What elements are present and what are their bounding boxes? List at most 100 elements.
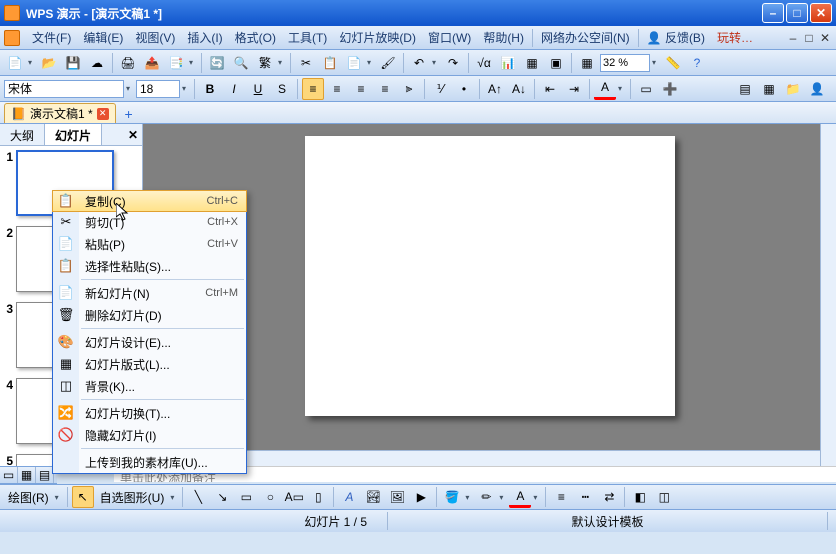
equation-button[interactable]: √α	[473, 52, 495, 74]
lineweight-button[interactable]: ≡	[550, 486, 572, 508]
align-right-button[interactable]: ≡	[350, 78, 372, 100]
ctx-copy[interactable]: 📋 复制(C) Ctrl+C	[52, 190, 247, 212]
maximize-button[interactable]: □	[786, 3, 808, 23]
export-button[interactable]: 📤	[141, 52, 163, 74]
ctx-hide[interactable]: 🚫 隐藏幻灯片(I)	[53, 424, 246, 446]
line-button[interactable]: ╲	[187, 486, 209, 508]
help-button[interactable]: ?	[686, 52, 708, 74]
textbox-button[interactable]: A▭	[283, 486, 305, 508]
savecloud-button[interactable]: ☁	[86, 52, 108, 74]
oval-button[interactable]: ○	[259, 486, 281, 508]
fillcolor-button[interactable]: 🪣	[441, 486, 463, 508]
clipart-button[interactable]: 🖼	[386, 486, 408, 508]
ctx-design[interactable]: 🎨 幻灯片设计(E)...	[53, 331, 246, 353]
design-button[interactable]: ▭	[635, 78, 657, 100]
lang-button[interactable]: 繁	[254, 52, 276, 74]
save-button[interactable]: 💾	[62, 52, 84, 74]
textcolor-button[interactable]: A	[509, 486, 531, 508]
media-button[interactable]: ▶	[410, 486, 432, 508]
doc-tab-close-button[interactable]: ✕	[97, 108, 109, 120]
vtextbox-button[interactable]: ▯	[307, 486, 329, 508]
mdi-minimize-button[interactable]: –	[786, 32, 800, 44]
tab-slides[interactable]: 幻灯片	[45, 124, 102, 145]
ctx-cut[interactable]: ✂ 剪切(T) Ctrl+X	[53, 211, 246, 233]
align-justify-button[interactable]: ≡	[374, 78, 396, 100]
open-button[interactable]: 📂	[38, 52, 60, 74]
numbered-list-button[interactable]: ⅟	[429, 78, 451, 100]
outdent-button[interactable]: ⇤	[539, 78, 561, 100]
menu-format[interactable]: 格式(O)	[229, 27, 282, 48]
arrowstyle-button[interactable]: ⇄	[598, 486, 620, 508]
menu-edit[interactable]: 编辑(E)	[77, 27, 129, 48]
pointer-button[interactable]: ↖	[72, 486, 94, 508]
menu-netspace[interactable]: 网络办公空间(N)	[535, 27, 636, 48]
object-button[interactable]: ▣	[545, 52, 567, 74]
ctx-newslide[interactable]: 📄 新幻灯片(N) Ctrl+M	[53, 282, 246, 304]
mdi-close-button[interactable]: ✕	[818, 32, 832, 44]
menu-help[interactable]: 帮助(H)	[477, 27, 530, 48]
menu-transfer[interactable]: 玩转…	[711, 27, 759, 48]
3d-style-button[interactable]: ◫	[653, 486, 675, 508]
chart-button[interactable]: 📊	[497, 52, 519, 74]
newslide-button[interactable]: ➕	[659, 78, 681, 100]
close-button[interactable]: ✕	[810, 3, 832, 23]
decrease-font-button[interactable]: A↓	[508, 78, 530, 100]
picture-button[interactable]: 🏞	[362, 486, 384, 508]
refresh-button[interactable]: 🔄	[206, 52, 228, 74]
current-slide[interactable]	[305, 136, 675, 416]
ruler-button[interactable]: 📏	[662, 52, 684, 74]
zoom-input[interactable]	[600, 54, 650, 72]
document-tab[interactable]: 📙 演示文稿1 * ✕	[4, 103, 116, 123]
normal-view-button[interactable]: ▭	[0, 467, 18, 483]
shadow-button[interactable]: S	[271, 78, 293, 100]
new-button[interactable]: 📄	[4, 52, 26, 74]
ctx-pastespecial[interactable]: 📋 选择性粘贴(S)...	[53, 255, 246, 277]
linecolor-button[interactable]: ✏	[475, 486, 497, 508]
ctx-delslide[interactable]: 🗑 删除幻灯片(D)	[53, 304, 246, 326]
panel-close-button[interactable]: ✕	[124, 124, 142, 145]
ctx-background[interactable]: ◫ 背景(K)...	[53, 375, 246, 397]
font-name-input[interactable]	[4, 80, 124, 98]
pdf-button[interactable]: 📑	[165, 52, 187, 74]
menu-feedback[interactable]: 👤 反馈(B)	[641, 27, 711, 48]
redo-button[interactable]: ↷	[442, 52, 464, 74]
tab-outline[interactable]: 大纲	[0, 124, 45, 145]
linedashes-button[interactable]: ┅	[574, 486, 596, 508]
align-left-button[interactable]: ≡	[302, 78, 324, 100]
copy-button[interactable]: 📋	[319, 52, 341, 74]
indent-button[interactable]: ⇥	[563, 78, 585, 100]
preview-button[interactable]: 🔍	[230, 52, 252, 74]
pane1-button[interactable]: ▤	[734, 78, 756, 100]
vertical-scrollbar[interactable]	[820, 124, 836, 466]
ctx-layout[interactable]: ▦ 幻灯片版式(L)...	[53, 353, 246, 375]
pane4-button[interactable]: 👤	[806, 78, 828, 100]
align-center-button[interactable]: ≡	[326, 78, 348, 100]
increase-font-button[interactable]: A↑	[484, 78, 506, 100]
minimize-button[interactable]: –	[762, 3, 784, 23]
wordart-button[interactable]: A	[338, 486, 360, 508]
autoshape-menu[interactable]: 自选图形(U)	[96, 489, 169, 506]
shadow-style-button[interactable]: ◧	[629, 486, 651, 508]
menu-file[interactable]: 文件(F)	[26, 27, 77, 48]
bold-button[interactable]: B	[199, 78, 221, 100]
rect-button[interactable]: ▭	[235, 486, 257, 508]
ctx-paste[interactable]: 📄 粘贴(P) Ctrl+V	[53, 233, 246, 255]
menu-insert[interactable]: 插入(I)	[181, 27, 228, 48]
menu-tools[interactable]: 工具(T)	[282, 27, 333, 48]
table-button[interactable]: ▦	[521, 52, 543, 74]
undo-button[interactable]: ↶	[408, 52, 430, 74]
print-button[interactable]: 🖨	[117, 52, 139, 74]
arrow-button[interactable]: ↘	[211, 486, 233, 508]
cut-button[interactable]: ✂	[295, 52, 317, 74]
sorter-view-button[interactable]: ▦	[18, 467, 36, 483]
menu-slideshow[interactable]: 幻灯片放映(D)	[333, 27, 422, 48]
grid-button[interactable]: ▦	[576, 52, 598, 74]
italic-button[interactable]: I	[223, 78, 245, 100]
app-menu-icon[interactable]	[4, 30, 20, 46]
draw-menu[interactable]: 绘图(R)	[4, 489, 53, 506]
formatpainter-button[interactable]: 🖌	[377, 52, 399, 74]
font-size-input[interactable]	[136, 80, 180, 98]
pane3-button[interactable]: 📁	[782, 78, 804, 100]
add-tab-button[interactable]: +	[120, 105, 138, 123]
ctx-transition[interactable]: 🔀 幻灯片切换(T)...	[53, 402, 246, 424]
